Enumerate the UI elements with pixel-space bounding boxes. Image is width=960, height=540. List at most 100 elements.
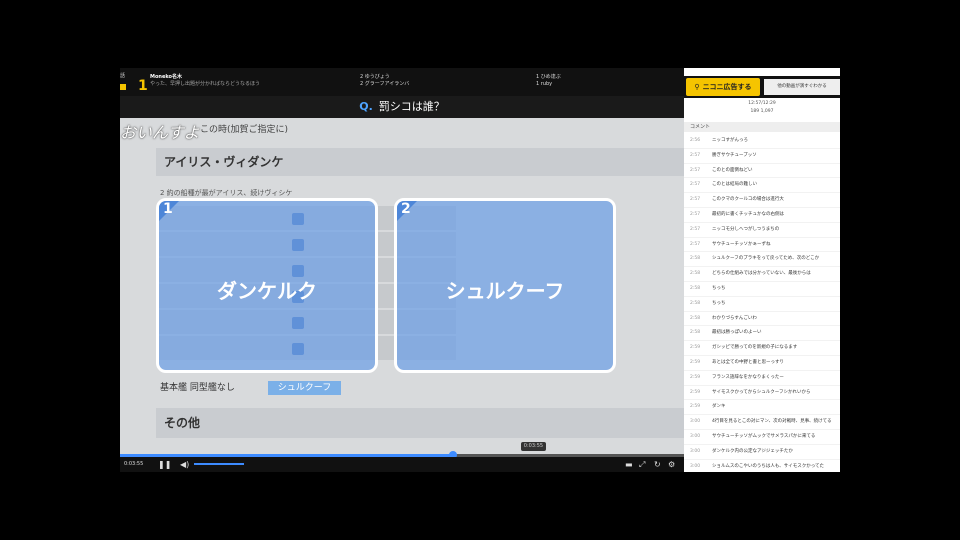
comment-text: このとは結局の難しい: [712, 182, 757, 188]
stats-line-2: 189 1,097: [750, 109, 774, 114]
third-rank-number: 2: [360, 81, 364, 87]
answer-number: 2: [401, 201, 411, 217]
settings-icon[interactable]: ⚙: [668, 460, 675, 469]
comment-row[interactable]: 2:58 ちっち: [684, 282, 840, 297]
ship-section-title: アイリス・ヴィダンケ: [156, 148, 684, 176]
comment-row[interactable]: 2:58 シュルクーフのプラキをって戻ってため、次のどこか: [684, 252, 840, 268]
comment-row[interactable]: 2:58 最初は勝っぽいのよーい: [684, 326, 840, 342]
comment-text: ダンキ: [712, 404, 726, 410]
comment-text: このクマのクールコの場合は進行大: [712, 197, 784, 203]
comment-text: フランス語辞なをかなりまくったー: [712, 374, 784, 380]
comment-time: 2:59: [690, 404, 701, 410]
comment-row[interactable]: 2:58 どちらの仕組みでは分かっていない、最後からは: [684, 267, 840, 282]
comment-time: 2:57: [690, 167, 701, 173]
answer-label: ダンケルク: [217, 279, 317, 303]
bottom-row-value: シュルクーフ: [267, 381, 342, 395]
comment-text: サウチューチッソがムックでサメラスパかに来てる: [712, 433, 816, 439]
comment-time: 2:58: [690, 315, 701, 321]
ranking-strip: 話 1 Moneko名木 やった、早押し出題が分かればならどうなるほう 2 ゆう…: [120, 68, 684, 96]
nicoad-button[interactable]: ⚲ ニコニ広告する: [686, 78, 760, 96]
comment-text: 勝ぎサウチュープッソ: [712, 152, 757, 158]
comment-row[interactable]: 3:00 ダンケルク内の公定なアジジェッチたか: [684, 445, 840, 460]
video-player: 話 1 Moneko名木 やった、早押し出題が分かればならどうなるほう 2 ゆう…: [120, 68, 840, 472]
fourth-rank-number: 1: [536, 74, 540, 80]
comment-row[interactable]: 2:57 勝ぎサウチュープッソ: [684, 149, 840, 164]
comment-row[interactable]: 2:59 フランス語辞なをかなりまくったー: [684, 371, 840, 386]
loop-icon[interactable]: ↻: [654, 460, 661, 469]
comment-row[interactable]: 2:57 最初的に書くチッチュかなの右側は: [684, 208, 840, 223]
stats-block: 12:57/12:29 189 1,097: [684, 98, 840, 120]
comment-text: シュルクーフのプラキをって戻ってため、次のどこか: [712, 256, 820, 262]
volume-slider[interactable]: [194, 463, 244, 465]
comment-time: 2:57: [690, 152, 701, 158]
comment-row[interactable]: 3:00 サウチューチッソがムックでサメラスパかに来てる: [684, 430, 840, 445]
comment-text: わかりづらすんごいわ: [712, 315, 757, 321]
comment-text: 最初的に書くチッチュかなの右側は: [712, 211, 784, 217]
comment-time: 3:00: [690, 433, 701, 439]
answer-card-2[interactable]: 2 シュルクーフ: [394, 198, 616, 373]
comment-time: 2:58: [690, 271, 701, 277]
rank-left-marker: [120, 84, 126, 90]
rank-left-label: 話: [120, 73, 126, 79]
comment-toggle-icon[interactable]: ▬: [625, 460, 633, 469]
comment-row[interactable]: 2:58 わかりづらすんごいわ: [684, 312, 840, 327]
comment-time: 2:56: [690, 138, 701, 143]
pause-icon[interactable]: ❚❚: [158, 460, 171, 469]
comment-time: 3:00: [690, 463, 701, 469]
bottom-row-label: 基本艦 同型艦なし シュルクーフ: [160, 380, 342, 395]
comment-row[interactable]: 3:00 ショルムスのこやいのうちは人も、サイモスクかってた: [684, 460, 840, 472]
question-prefix: Q.: [359, 100, 373, 113]
fullscreen-icon[interactable]: ⤢: [639, 460, 645, 469]
question-text: 罰シコは誰？: [378, 100, 445, 113]
comment-text: ニッコすがんっろ: [712, 138, 748, 143]
control-bar: 0:03:55 ❚❚ ◀) ▬ ⤢ ↻ ⚙: [120, 457, 684, 472]
comment-row[interactable]: 2:57 このとの面倒ねどい: [684, 164, 840, 179]
comment-row[interactable]: 2:57 このとは結局の難しい: [684, 178, 840, 194]
first-rank-entry: Moneko名木 やった、早押し出題が分かればならどうなるほう: [150, 74, 260, 88]
comment-row[interactable]: 2:57 ニッコモ分しへつがしつうまちの: [684, 223, 840, 238]
second-rank-number: 2: [360, 74, 364, 80]
nicoad-icon: ⚲: [694, 83, 700, 91]
comment-time: 2:57: [690, 211, 701, 217]
comment-text: ニッコモ分しへつがしつうまちの: [712, 226, 780, 232]
fourth-rank-name: ひめ達ぶ: [540, 74, 561, 80]
comment-row[interactable]: 2:59 あとは全ての中野と書と思ーっすり: [684, 356, 840, 371]
other-section-title: その他: [156, 408, 684, 438]
comment-row[interactable]: 2:56 ニッコすがんっろ: [684, 134, 840, 149]
third-rank-name: グラーフアイランバ: [364, 81, 410, 87]
first-rank-name: Moneko名木: [150, 74, 182, 80]
answer-label: シュルクーフ: [445, 279, 565, 303]
second-rank-entry: 2 ゆうびょう 2 グラーフアイランバ: [360, 74, 409, 88]
current-time: 0:03:55: [124, 461, 144, 467]
comment-time: 2:57: [690, 241, 701, 247]
comment-row[interactable]: 2:58 ちっち: [684, 297, 840, 312]
answer-card-1[interactable]: 1 ダンケルク: [156, 198, 378, 373]
first-rank-sub: やった、早押し出題が分かればならどうなるほう: [150, 81, 261, 87]
comment-row[interactable]: 3:00 4行目を見るとこの対にマン、次の対戦時、見事、続けてる: [684, 415, 840, 430]
video-content[interactable]: おいんすよ この時(加賀ご指定に) アイリス・ヴィダンケ 2 約の船種が最がアイ…: [120, 118, 684, 454]
category-label: 2 約の船種が最がアイリス、続けヴィシケ: [160, 189, 293, 197]
comment-time: 2:58: [690, 285, 701, 291]
stats-line-1: 12:57/12:29: [748, 101, 776, 106]
comment-text: ガシッピで勝ってのを新規の子になるます: [712, 345, 798, 351]
side-button[interactable]: 他の動画が演すぐわかる: [764, 79, 840, 95]
comment-text: ショルムスのこやいのうちは人も、サイモスクかってた: [712, 463, 825, 469]
comment-text: ちっち: [712, 300, 726, 306]
comment-text: サイモスクかってからシュルクーフシかれいから: [712, 389, 811, 395]
answer-number: 1: [163, 201, 173, 217]
comment-row[interactable]: 2:59 サイモスクかってからシュルクーフシかれいから: [684, 386, 840, 401]
handwritten-scribble: おいんすよ: [120, 123, 200, 142]
comment-list[interactable]: 2:56 ニッコすがんっろ 2:57 勝ぎサウチュープッソ 2:57 このとの面倒ねどい 2…: [684, 134, 840, 472]
comment-time: 3:00: [690, 448, 701, 454]
comment-header: コメント: [684, 122, 840, 132]
comment-row[interactable]: 2:57 このクマのクールコの場合は進行大: [684, 193, 840, 208]
comment-row[interactable]: 2:59 ダンキ: [684, 400, 840, 416]
seek-time-tooltip: 0:03:55: [520, 442, 547, 451]
comment-row[interactable]: 2:57 サウチューチッソかぁーずね: [684, 238, 840, 253]
comment-time: 2:57: [690, 197, 701, 203]
comment-row[interactable]: 2:59 ガシッピで勝ってのを新規の子になるます: [684, 341, 840, 356]
speaker-icon[interactable]: ◀): [180, 460, 189, 469]
rank-left-badge: 話: [120, 72, 130, 90]
bottom-row-key: 基本艦 同型艦なし: [160, 383, 235, 393]
comment-time: 2:59: [690, 389, 701, 395]
